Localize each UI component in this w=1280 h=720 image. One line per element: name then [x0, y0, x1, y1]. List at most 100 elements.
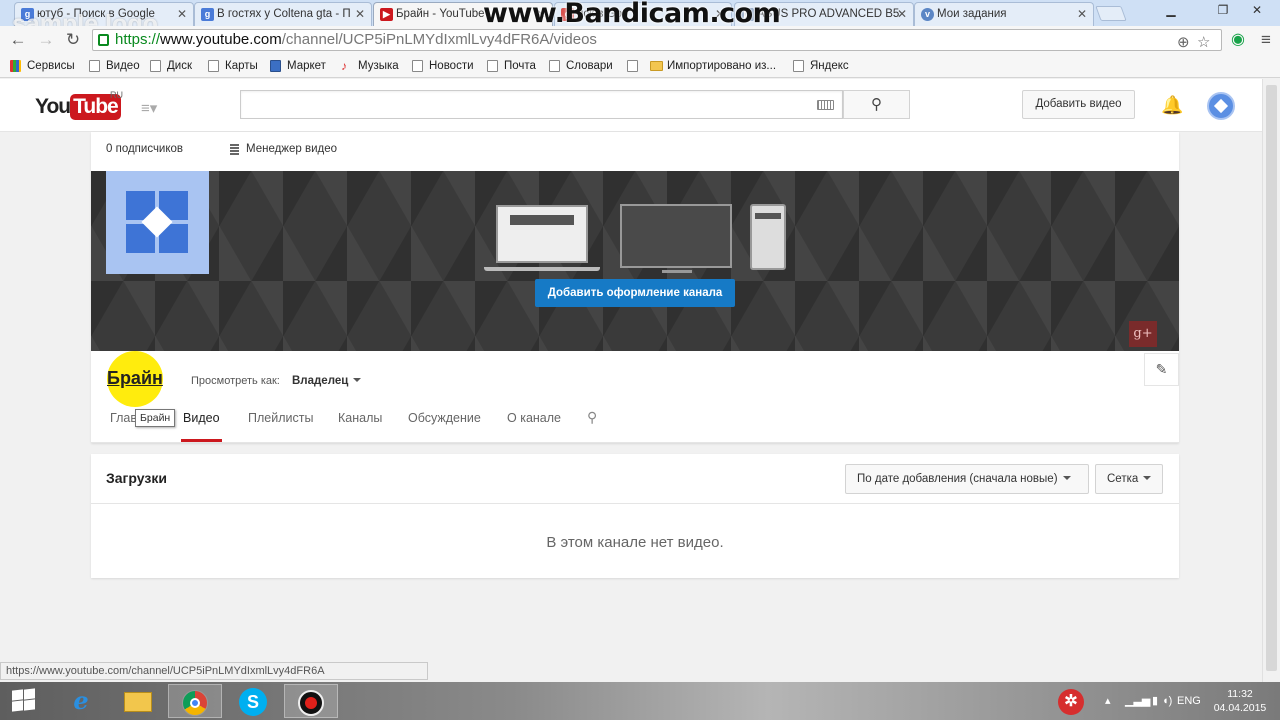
battery-icon[interactable]: ▮ [1152, 682, 1158, 720]
tab-close-icon[interactable]: ✕ [177, 3, 187, 25]
edit-pencil-icon[interactable]: ✎ [1144, 353, 1179, 386]
search-icon: ⚲ [871, 96, 882, 113]
tab-videos[interactable]: Видео [181, 411, 222, 442]
tray-expand-icon[interactable]: ▴ [1105, 682, 1111, 720]
search-input[interactable] [240, 90, 843, 119]
bandicam-watermark: www.Bandicam.com [483, 0, 781, 29]
view-as-dropdown[interactable]: Владелец [292, 375, 362, 387]
disk-icon [150, 60, 161, 72]
browser-toolbar: ← → ↻ https://www.youtube.com/channel/UC… [0, 26, 1280, 54]
browser-tab-coltena[interactable]: g В гостях у Coltena gta - П ✕ [194, 2, 372, 26]
phone-device-icon [750, 204, 786, 270]
page-icon [487, 60, 498, 72]
youtube-logo[interactable]: You Tube RU [35, 90, 123, 120]
uploads-header: Загрузки По дате добавления (сначала нов… [91, 454, 1179, 504]
dictionary-icon [549, 60, 560, 72]
keyboard-icon[interactable] [817, 100, 834, 110]
tray-app-icon[interactable]: ✲ [1045, 684, 1097, 718]
reload-icon[interactable]: ↻ [63, 30, 83, 50]
bookmark-yandex[interactable]: Яндекс [793, 58, 849, 74]
sort-dropdown[interactable]: По дате добавления (сначала новые) [845, 464, 1089, 494]
google-plus-icon[interactable]: g+ [1129, 321, 1157, 347]
tab-discussion[interactable]: Обсуждение [408, 411, 481, 425]
extension-icon[interactable]: ◉ [1228, 30, 1248, 50]
apps-grid-icon [10, 60, 21, 72]
scrollbar-thumb[interactable] [1266, 85, 1277, 671]
tab-home[interactable]: Глав [110, 411, 137, 425]
youtube-favicon-icon: ▶ [380, 8, 393, 21]
vk-favicon-icon: v [921, 8, 934, 21]
video-manager-link[interactable]: Менеджер видео [230, 143, 337, 155]
browser-tab-tasks[interactable]: v Мои задания ✕ [914, 2, 1094, 26]
search-button[interactable]: ⚲ [843, 90, 910, 119]
chrome-taskbar-icon[interactable] [168, 684, 222, 718]
youtube-masthead: You Tube RU ≡▾ ⚲ Добавить видео 🔔 [0, 79, 1280, 132]
market-icon [270, 60, 281, 72]
zoom-icon[interactable]: ⊕ [1177, 33, 1190, 50]
internet-explorer-icon[interactable]: e [54, 684, 108, 718]
channel-tabs: Глав Брайн Видео Плейлисты Каналы Обсужд… [91, 397, 1179, 443]
view-as-label: Просмотреть как: [191, 375, 280, 387]
bookmark-video[interactable]: Видео [89, 58, 140, 74]
chevron-down-icon [353, 378, 362, 382]
chrome-menu-icon[interactable]: ≡ [1256, 30, 1276, 50]
tab-channels[interactable]: Каналы [338, 411, 382, 425]
channel-avatar[interactable] [106, 171, 209, 274]
view-mode-dropdown[interactable]: Сетка [1095, 464, 1163, 494]
lock-icon [98, 34, 109, 46]
page-scrollbar[interactable] [1262, 79, 1280, 682]
bookmark-imported-folder[interactable]: Импортировано из... [650, 58, 776, 74]
bookmark-music[interactable]: ♪ Музыка [341, 58, 399, 74]
chevron-down-icon [1062, 476, 1071, 480]
bookmark-star-icon[interactable]: ☆ [1197, 33, 1210, 50]
restore-window-icon[interactable]: ❐ [1212, 0, 1234, 20]
empty-channel-message: В этом канале нет видео. [546, 534, 724, 551]
tab-close-icon[interactable]: ✕ [897, 3, 907, 25]
bandicam-record-icon[interactable] [284, 684, 338, 718]
input-language[interactable]: ENG [1177, 682, 1201, 720]
notifications-bell-icon[interactable]: 🔔 [1161, 95, 1183, 116]
bookmark-maps[interactable]: Карты [208, 58, 258, 74]
tv-device-icon [620, 204, 732, 273]
volume-icon[interactable]: ◖) [1162, 682, 1172, 720]
status-bar-url: https://www.youtube.com/channel/UCP5iPnL… [0, 662, 428, 680]
bookmark-news[interactable]: Новости [412, 58, 474, 74]
google-favicon-icon: g [201, 8, 214, 21]
skype-icon[interactable]: S [226, 684, 280, 718]
tab-about[interactable]: О канале [507, 411, 561, 425]
windows-start-icon[interactable] [12, 688, 36, 712]
bookmark-services[interactable]: Сервисы [10, 58, 75, 74]
bookmark-mail[interactable]: Почта [487, 58, 536, 74]
guide-menu-icon[interactable]: ≡▾ [141, 99, 157, 117]
account-avatar[interactable] [1207, 92, 1235, 120]
owner-bar: 0 подписчиков Менеджер видео [91, 132, 1179, 171]
tooltip: Брайн [135, 409, 176, 427]
music-note-icon: ♪ [341, 59, 347, 73]
bookmarks-bar: Сервисы Видео Диск Карты Маркет ♪ Музыка … [0, 54, 1280, 78]
new-tab-button[interactable] [1095, 6, 1127, 21]
add-channel-art-button[interactable]: Добавить оформление канала [535, 279, 735, 307]
taskbar-clock[interactable]: 11:32 04.04.2015 [1210, 687, 1270, 715]
network-signal-icon[interactable]: ▁▃▅ [1125, 682, 1150, 720]
minimize-window-icon[interactable]: ▁ [1160, 0, 1182, 20]
channel-name-link[interactable]: Брайн [107, 368, 163, 389]
channel-search-icon[interactable]: ⚲ [587, 409, 597, 426]
address-bar[interactable]: https://www.youtube.com/channel/UCP5iPnL… [92, 29, 1222, 51]
file-explorer-icon[interactable] [111, 684, 165, 718]
tab-close-icon[interactable]: ✕ [355, 3, 365, 25]
upload-video-button[interactable]: Добавить видео [1022, 90, 1135, 119]
channel-header-card: 0 подписчиков Менеджер видео Добавить оф… [91, 132, 1179, 443]
folder-icon [650, 61, 663, 71]
close-window-icon[interactable]: ✕ [1244, 0, 1270, 20]
uploads-section: Загрузки По дате добавления (сначала нов… [91, 454, 1179, 578]
tab-close-icon[interactable]: ✕ [1077, 3, 1087, 25]
bookmark-blank[interactable] [627, 58, 638, 74]
channel-title-row: Брайн Просмотреть как: Владелец ✎ [91, 351, 1179, 407]
forward-arrow-icon[interactable]: → [36, 30, 56, 50]
bookmark-dictionaries[interactable]: Словари [549, 58, 613, 74]
back-arrow-icon[interactable]: ← [8, 30, 28, 50]
tab-playlists[interactable]: Плейлисты [248, 411, 313, 425]
page-icon [793, 60, 804, 72]
bookmark-market[interactable]: Маркет [270, 58, 326, 74]
bookmark-disk[interactable]: Диск [150, 58, 192, 74]
